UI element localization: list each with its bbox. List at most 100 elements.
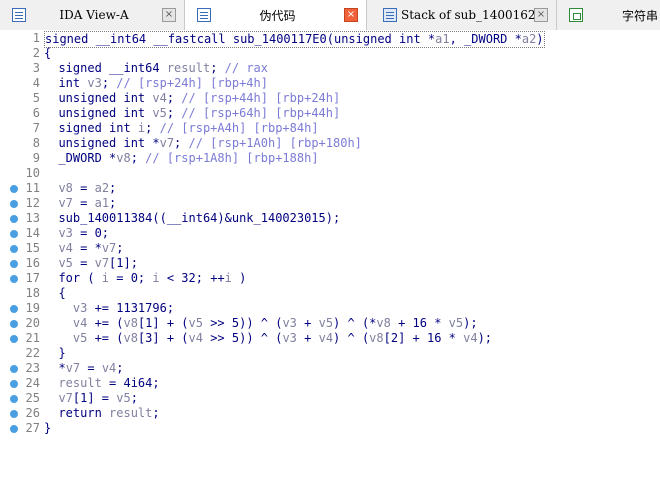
code-text[interactable]: v5 += (v8[3] + (v4 >> 5)) ^ (v3 + v4) ^ … bbox=[44, 331, 492, 346]
close-tab-pseudocode-button[interactable]: × bbox=[344, 8, 358, 22]
tab-ida-view-a[interactable]: IDA View-A × bbox=[0, 0, 185, 30]
code-text[interactable]: unsigned int v5; // [rsp+64h] [rbp+44h] bbox=[44, 106, 340, 121]
breakpoint-dot-icon[interactable] bbox=[10, 305, 18, 313]
code-text[interactable]: v3 += 1131796; bbox=[44, 301, 174, 316]
tab-label: 字符串 bbox=[621, 8, 658, 23]
line-number: 10 bbox=[25, 166, 40, 180]
breakpoint-dot-icon[interactable] bbox=[10, 200, 18, 208]
code-text[interactable]: { bbox=[44, 286, 65, 301]
code-line[interactable]: 24 result = 4i64; bbox=[0, 376, 660, 391]
code-line[interactable]: 3 signed __int64 result; // rax bbox=[0, 61, 660, 76]
line-number: 27 bbox=[25, 421, 40, 435]
code-line[interactable]: 5 unsigned int v4; // [rsp+44h] [rbp+24h… bbox=[0, 91, 660, 106]
line-number: 16 bbox=[25, 256, 40, 270]
breakpoint-dot-icon[interactable] bbox=[10, 260, 18, 268]
code-text[interactable]: v7[1] = v5; bbox=[44, 391, 138, 406]
code-text[interactable]: } bbox=[44, 421, 51, 436]
code-text[interactable]: unsigned int v4; // [rsp+44h] [rbp+24h] bbox=[44, 91, 340, 106]
breakpoint-dot-icon[interactable] bbox=[10, 365, 18, 373]
code-line[interactable]: 20 v4 += (v8[1] + (v5 >> 5)) ^ (v3 + v5)… bbox=[0, 316, 660, 331]
code-line[interactable]: 1 signed __int64 __fastcall sub_1400117E0… bbox=[0, 31, 660, 48]
line-number: 8 bbox=[32, 136, 40, 150]
code-line[interactable]: 4 int v3; // [rsp+24h] [rbp+4h] bbox=[0, 76, 660, 91]
code-text[interactable]: } bbox=[44, 346, 65, 361]
tab-pseudocode[interactable]: 伪代码 × bbox=[185, 0, 367, 30]
code-line[interactable]: 9 _DWORD *v8; // [rsp+1A8h] [rbp+188h] bbox=[0, 151, 660, 166]
line-number: 5 bbox=[32, 91, 40, 105]
code-line[interactable]: 7 signed int i; // [rsp+A4h] [rbp+84h] bbox=[0, 121, 660, 136]
code-line[interactable]: 22 } bbox=[0, 346, 660, 361]
tab-label: IDA View-A bbox=[59, 8, 129, 22]
pseudocode-view[interactable]: 1 signed __int64 __fastcall sub_1400117E0… bbox=[0, 30, 660, 486]
code-text[interactable]: v4 = *v7; bbox=[44, 241, 123, 256]
close-tab-stack-button[interactable]: × bbox=[534, 8, 548, 22]
code-line[interactable]: 27} bbox=[0, 421, 660, 436]
breakpoint-dot-icon[interactable] bbox=[10, 215, 18, 223]
code-line[interactable]: 6 unsigned int v5; // [rsp+64h] [rbp+44h… bbox=[0, 106, 660, 121]
code-line[interactable]: 14 v3 = 0; bbox=[0, 226, 660, 241]
code-text[interactable]: unsigned int *v7; // [rsp+1A0h] [rbp+180… bbox=[44, 136, 361, 151]
line-number: 4 bbox=[32, 76, 40, 90]
code-text[interactable]: return result; bbox=[44, 406, 159, 421]
code-line[interactable]: 25 v7[1] = v5; bbox=[0, 391, 660, 406]
code-line[interactable]: 17 for ( i = 0; i < 32; ++i ) bbox=[0, 271, 660, 286]
code-line[interactable]: 23 *v7 = v4; bbox=[0, 361, 660, 376]
breakpoint-dot-icon[interactable] bbox=[10, 245, 18, 253]
line-number: 11 bbox=[25, 181, 40, 195]
line-number: 17 bbox=[25, 271, 40, 285]
code-text[interactable]: v3 = 0; bbox=[44, 226, 109, 241]
strings-icon bbox=[569, 8, 583, 22]
breakpoint-dot-icon[interactable] bbox=[10, 185, 18, 193]
pseudocode-icon bbox=[197, 8, 211, 22]
close-tab-ida-view-a-button[interactable]: × bbox=[162, 8, 176, 22]
breakpoint-dot-icon[interactable] bbox=[10, 320, 18, 328]
code-text[interactable]: result = 4i64; bbox=[44, 376, 159, 391]
code-line[interactable]: 19 v3 += 1131796; bbox=[0, 301, 660, 316]
breakpoint-dot-icon[interactable] bbox=[10, 230, 18, 238]
code-line[interactable]: 15 v4 = *v7; bbox=[0, 241, 660, 256]
code-line[interactable]: 18 { bbox=[0, 286, 660, 301]
code-text[interactable]: v7 = a1; bbox=[44, 196, 116, 211]
breakpoint-dot-icon[interactable] bbox=[10, 275, 18, 283]
code-text[interactable]: { bbox=[44, 46, 51, 61]
ida-view-icon bbox=[12, 8, 26, 22]
line-number: 2 bbox=[32, 46, 40, 60]
code-line[interactable]: 10 bbox=[0, 166, 660, 181]
code-text[interactable]: int v3; // [rsp+24h] [rbp+4h] bbox=[44, 76, 268, 91]
code-line[interactable]: 2{ bbox=[0, 46, 660, 61]
breakpoint-dot-icon[interactable] bbox=[10, 395, 18, 403]
code-line[interactable]: 13 sub_140011384((__int64)&unk_140023015… bbox=[0, 211, 660, 226]
tab-strings[interactable]: 字符串 bbox=[557, 0, 660, 30]
code-text[interactable]: v4 += (v8[1] + (v5 >> 5)) ^ (v3 + v5) ^ … bbox=[44, 316, 478, 331]
code-text[interactable]: *v7 = v4; bbox=[44, 361, 123, 376]
line-number: 21 bbox=[25, 331, 40, 345]
code-text[interactable]: v8 = a2; bbox=[44, 181, 116, 196]
breakpoint-dot-icon[interactable] bbox=[10, 410, 18, 418]
code-text[interactable]: signed int i; // [rsp+A4h] [rbp+84h] bbox=[44, 121, 318, 136]
tab-label: Stack of sub_1400162E0 bbox=[401, 8, 534, 22]
line-number: 3 bbox=[32, 61, 40, 75]
line-number: 14 bbox=[25, 226, 40, 240]
tab-bar: IDA View-A × 伪代码 × Stack of sub_1400162E… bbox=[0, 0, 660, 30]
code-line[interactable]: 11 v8 = a2; bbox=[0, 181, 660, 196]
code-text[interactable]: sub_140011384((__int64)&unk_140023015); bbox=[44, 211, 340, 226]
tab-stack[interactable]: Stack of sub_1400162E0 × bbox=[367, 0, 557, 30]
code-text[interactable]: for ( i = 0; i < 32; ++i ) bbox=[44, 271, 246, 286]
breakpoint-dot-icon[interactable] bbox=[10, 425, 18, 433]
stack-icon bbox=[383, 8, 397, 22]
code-line[interactable]: 8 unsigned int *v7; // [rsp+1A0h] [rbp+1… bbox=[0, 136, 660, 151]
breakpoint-dot-icon[interactable] bbox=[10, 335, 18, 343]
tab-label: 伪代码 bbox=[259, 8, 296, 23]
code-text[interactable]: v5 = v7[1]; bbox=[44, 256, 138, 271]
code-text[interactable]: _DWORD *v8; // [rsp+1A8h] [rbp+188h] bbox=[44, 151, 318, 166]
code-line[interactable]: 26 return result; bbox=[0, 406, 660, 421]
line-number: 19 bbox=[25, 301, 40, 315]
line-number: 18 bbox=[25, 286, 40, 300]
code-text[interactable]: signed __int64 result; // rax bbox=[44, 61, 268, 76]
line-number: 1 bbox=[32, 31, 40, 45]
code-line[interactable]: 16 v5 = v7[1]; bbox=[0, 256, 660, 271]
breakpoint-dot-icon[interactable] bbox=[10, 380, 18, 388]
code-line[interactable]: 21 v5 += (v8[3] + (v4 >> 5)) ^ (v3 + v4)… bbox=[0, 331, 660, 346]
code-line[interactable]: 12 v7 = a1; bbox=[0, 196, 660, 211]
line-number: 12 bbox=[25, 196, 40, 210]
